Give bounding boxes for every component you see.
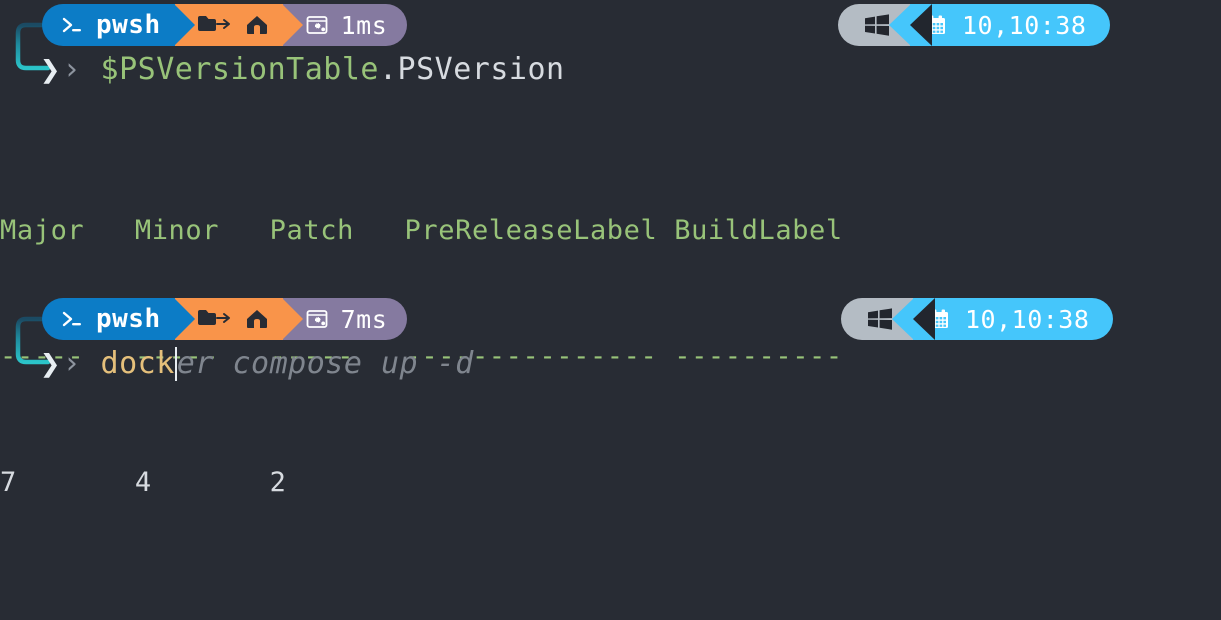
output-value-row: 7 4 2	[0, 467, 287, 498]
powerline-separator-right	[281, 298, 303, 340]
segment-clock-1[interactable]: 10,10:38	[889, 4, 1111, 46]
powerline-separator-left-cyan	[892, 298, 914, 340]
command-input-line-2[interactable]: ❯ › dock er compose up -d	[40, 342, 474, 386]
clock-label: 10,10:38	[962, 10, 1087, 40]
typed-command-text: dock	[100, 346, 175, 381]
prompt-block-1: pwsh 1ms 10,10:38 ❯ › $PSVersionTable .P…	[0, 0, 1221, 96]
duration-label: 1ms	[340, 10, 388, 40]
inline-suggestion-text: er compose up -d	[176, 346, 474, 381]
segment-os-1[interactable]	[838, 4, 932, 46]
shell-label: pwsh	[96, 10, 161, 40]
execution-timer-icon	[305, 307, 329, 331]
windows-logo-icon	[867, 307, 893, 331]
right-prompt-bar-2: 10,10:38	[841, 298, 1114, 340]
powerline-separator-left	[910, 4, 932, 46]
powerline-separator-right	[173, 4, 195, 46]
home-icon	[245, 13, 269, 37]
shell-label: pwsh	[96, 304, 161, 334]
powerline-separator-right	[173, 298, 195, 340]
prompt-block-2: pwsh 7ms 10,10:38 ❯ › dock er compose up…	[0, 294, 1221, 390]
segment-shell-1[interactable]: pwsh	[42, 4, 195, 46]
duration-label: 7ms	[340, 304, 388, 334]
command-variable: $PSVersionTable	[100, 52, 379, 87]
prompt-chevron-thin: ›	[62, 52, 81, 87]
home-icon	[245, 307, 269, 331]
prompt-chevron-thick: ❯	[40, 344, 61, 384]
folder-arrow-icon	[197, 307, 231, 331]
command-member: .PSVersion	[378, 52, 565, 87]
command-input-line-1[interactable]: ❯ › $PSVersionTable .PSVersion	[40, 48, 565, 92]
left-prompt-bar-2: pwsh 7ms	[42, 298, 408, 340]
powerline-separator-left	[913, 298, 935, 340]
right-prompt-bar-1: 10,10:38	[838, 4, 1111, 46]
output-header-row: Major Minor Patch PreReleaseLabel BuildL…	[0, 215, 843, 246]
prompt-chevron-thin: ›	[62, 346, 81, 381]
terminal-prompt-icon	[60, 307, 84, 331]
left-prompt-bar-1: pwsh 1ms	[42, 4, 408, 46]
folder-arrow-icon	[197, 13, 231, 37]
terminal-window: pwsh 1ms 10,10:38 ❯ › $PSVersionTable .P…	[0, 0, 1221, 620]
terminal-prompt-icon	[60, 13, 84, 37]
segment-clock-2[interactable]: 10,10:38	[892, 298, 1114, 340]
prompt-chevron-thick: ❯	[40, 50, 61, 90]
segment-shell-2[interactable]: pwsh	[42, 298, 195, 340]
powerline-separator-left-cyan	[889, 4, 911, 46]
windows-logo-icon	[864, 13, 890, 37]
powerline-separator-right	[281, 4, 303, 46]
execution-timer-icon	[305, 13, 329, 37]
segment-os-2[interactable]	[841, 298, 935, 340]
clock-label: 10,10:38	[965, 304, 1090, 334]
